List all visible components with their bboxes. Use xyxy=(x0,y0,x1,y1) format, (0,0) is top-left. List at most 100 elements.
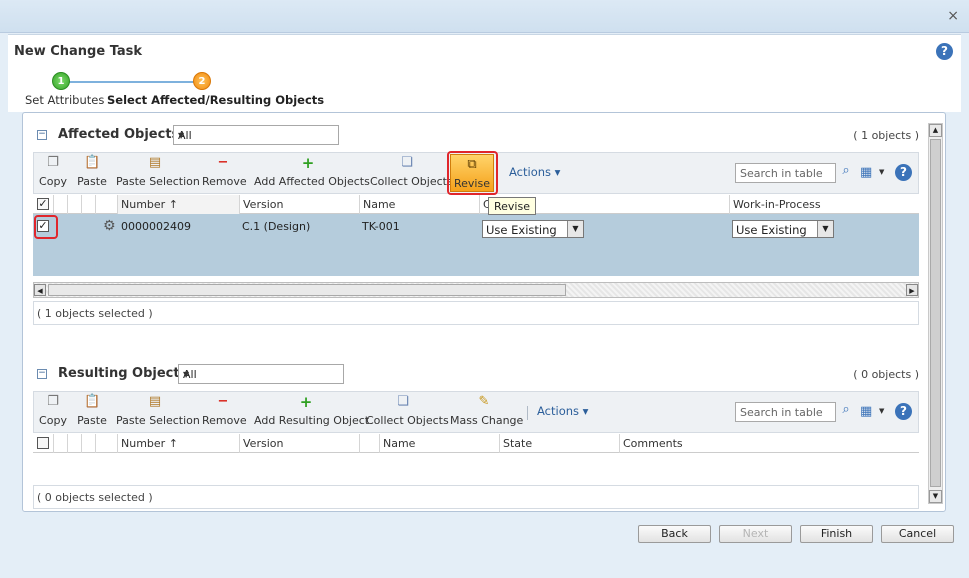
col-icon1 xyxy=(53,434,67,453)
collect-objects-button[interactable]: ❏ Collect Objects xyxy=(370,155,453,188)
select-all-checkbox[interactable] xyxy=(37,437,49,449)
help-icon[interactable]: ? xyxy=(895,164,912,181)
collect-icon: ❏ xyxy=(397,394,409,409)
col-number[interactable]: Number ↑ xyxy=(117,195,239,214)
search-input[interactable]: Search in table xyxy=(735,402,836,422)
cancel-button[interactable]: Cancel xyxy=(881,525,954,543)
affected-filter-select[interactable]: All ▼ xyxy=(173,125,339,145)
scroll-right-icon[interactable]: ▶ xyxy=(906,284,918,296)
chevron-down-icon: ▼ xyxy=(567,221,583,237)
revise-highlight xyxy=(447,151,498,195)
finish-button[interactable]: Finish xyxy=(800,525,873,543)
actions-menu[interactable]: Actions ▾ xyxy=(509,165,560,179)
help-icon[interactable]: ? xyxy=(895,403,912,420)
chevron-down-icon[interactable]: ▼ xyxy=(879,407,884,415)
resulting-table-header: Number ↑ Version Name State Comments xyxy=(33,434,919,453)
paste-label: Paste xyxy=(77,414,107,427)
col-version[interactable]: Version xyxy=(239,434,359,453)
copy-label: Copy xyxy=(39,414,67,427)
collect-objects-button[interactable]: ❏ Collect Objects xyxy=(366,394,449,427)
disposition-select[interactable]: Use Existing ▼ xyxy=(482,220,584,238)
resulting-filter-select[interactable]: All ▼ xyxy=(178,364,344,384)
close-icon[interactable]: × xyxy=(947,8,959,24)
wizard-steps: 1 2 Set Attributes Select Affected/Resul… xyxy=(8,70,961,112)
affected-selection-status: ( 1 objects selected ) xyxy=(33,301,919,325)
remove-icon: − xyxy=(217,155,229,170)
mass-change-label: Mass Change xyxy=(450,414,524,427)
copy-button[interactable]: ❐ Copy xyxy=(38,394,68,427)
col-icon2 xyxy=(67,434,81,453)
collect-objects-label: Collect Objects xyxy=(366,414,449,427)
affected-objects-title: Affected Objects xyxy=(58,127,180,142)
row-version: C.1 (Design) xyxy=(242,220,311,233)
col-comments[interactable]: Comments xyxy=(619,434,915,453)
chevron-down-icon: ▼ xyxy=(817,221,833,237)
remove-button[interactable]: − Remove xyxy=(202,394,247,427)
affected-toolbar: ❐ Copy 📋 Paste ▤ Paste Selection − Remov… xyxy=(33,151,919,195)
copy-icon: ❐ xyxy=(47,155,59,170)
add-resulting-object-button[interactable]: + Add Resulting Object xyxy=(254,393,370,427)
affected-objects-header: − Affected Objects All ▼ ( 1 objects ) xyxy=(33,124,923,148)
col-name[interactable]: Name xyxy=(359,195,479,214)
vertical-scrollbar[interactable]: ▲ ▼ xyxy=(928,123,943,504)
collapse-icon[interactable]: − xyxy=(37,130,47,140)
checkbox-highlight xyxy=(34,215,58,239)
next-button: Next xyxy=(719,525,792,543)
copy-button[interactable]: ❐ Copy xyxy=(38,155,68,188)
objects-panel: − Affected Objects All ▼ ( 1 objects ) ❐… xyxy=(22,112,946,512)
collapse-icon[interactable]: − xyxy=(37,369,47,379)
paste-selection-button[interactable]: ▤ Paste Selection xyxy=(116,155,200,188)
dialog-titlebar: × xyxy=(0,0,969,33)
add-resulting-object-label: Add Resulting Object xyxy=(254,414,370,427)
col-wip[interactable]: Work-in-Process xyxy=(729,195,919,214)
step-1-circle[interactable]: 1 xyxy=(52,72,70,90)
col-number-label: Number xyxy=(121,437,166,450)
scrollbar-thumb[interactable] xyxy=(48,284,566,296)
row-number[interactable]: 0000002409 xyxy=(121,220,191,233)
search-icon[interactable]: ⌕ xyxy=(837,402,855,422)
step-2-label: Select Affected/Resulting Objects xyxy=(107,93,325,107)
paste-button[interactable]: 📋 Paste xyxy=(76,394,108,427)
chevron-down-icon[interactable]: ▼ xyxy=(879,168,884,176)
col-icon3 xyxy=(81,195,95,214)
paste-selection-label: Paste Selection xyxy=(116,175,200,188)
actions-menu[interactable]: Actions ▾ xyxy=(537,404,588,418)
step-1-label[interactable]: Set Attributes xyxy=(25,93,104,107)
add-affected-objects-button[interactable]: + Add Affected Objects xyxy=(254,155,370,188)
row-name: TK-001 xyxy=(362,220,400,233)
paste-selection-button[interactable]: ▤ Paste Selection xyxy=(116,394,200,427)
revise-tooltip: Revise xyxy=(488,197,536,215)
page-title: New Change Task xyxy=(14,44,143,59)
wip-select[interactable]: Use Existing ▼ xyxy=(732,220,834,238)
add-icon: + xyxy=(299,393,313,411)
select-all-checkbox[interactable]: ✓ xyxy=(37,198,49,210)
scroll-left-icon[interactable]: ◀ xyxy=(34,284,46,296)
col-name[interactable]: Name xyxy=(379,434,499,453)
col-number[interactable]: Number ↑ xyxy=(117,434,239,453)
scroll-up-icon[interactable]: ▲ xyxy=(929,124,942,137)
affected-table-header: ✓ Number ↑ Version Name C Work-in-Proces… xyxy=(33,195,919,214)
col-version[interactable]: Version xyxy=(239,195,359,214)
paste-button[interactable]: 📋 Paste xyxy=(76,155,108,188)
paste-selection-icon: ▤ xyxy=(148,155,162,170)
table-view-icon[interactable]: ▦ xyxy=(860,165,872,180)
table-row[interactable]: ✓ ⚙ 0000002409 C.1 (Design) TK-001 Use E… xyxy=(33,214,919,276)
col-spacer xyxy=(359,434,379,453)
scrollbar-thumb[interactable] xyxy=(930,139,941,487)
disposition-value: Use Existing xyxy=(486,223,557,237)
search-icon[interactable]: ⌕ xyxy=(837,163,855,183)
actions-label: Actions xyxy=(537,404,580,418)
help-icon[interactable]: ? xyxy=(936,43,953,60)
table-view-icon[interactable]: ▦ xyxy=(860,404,872,419)
collect-objects-label: Collect Objects xyxy=(370,175,453,188)
horizontal-scrollbar[interactable]: ◀ ▶ xyxy=(33,282,919,298)
scroll-down-icon[interactable]: ▼ xyxy=(929,490,942,503)
search-input[interactable]: Search in table xyxy=(735,163,836,183)
col-icon4 xyxy=(95,434,117,453)
col-state[interactable]: State xyxy=(499,434,619,453)
collect-icon: ❏ xyxy=(401,155,413,170)
chevron-down-icon: ▼ xyxy=(178,131,185,140)
back-button[interactable]: Back xyxy=(638,525,711,543)
mass-change-button[interactable]: ✎ Mass Change xyxy=(450,394,524,427)
remove-button[interactable]: − Remove xyxy=(202,155,247,188)
